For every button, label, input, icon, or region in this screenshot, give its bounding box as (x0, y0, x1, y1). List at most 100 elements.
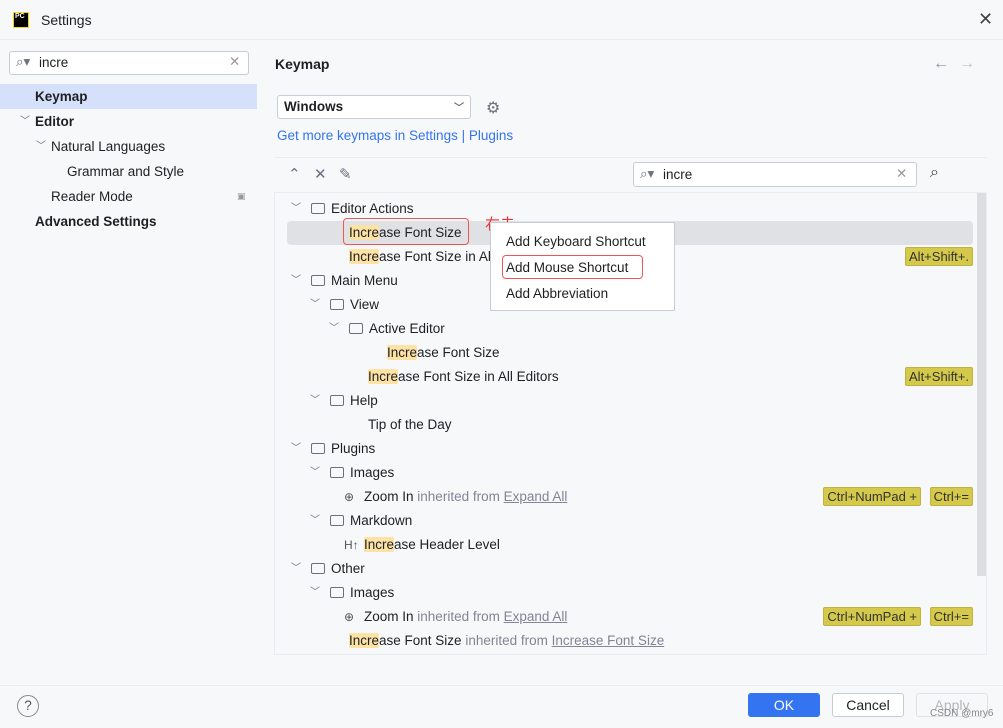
search-icon: ⌕▾ (640, 166, 655, 181)
folder-icon (311, 563, 325, 574)
keymap-value: Windows (284, 99, 344, 114)
inherited-link[interactable]: Expand All (504, 609, 568, 624)
action-label: ase Font Size (417, 345, 500, 360)
chevron-down-icon[interactable]: ﹀ (310, 509, 320, 533)
close-icon[interactable]: ✕ (978, 9, 993, 30)
folder-label: Active Editor (369, 321, 445, 336)
annotation-box (502, 255, 643, 279)
inherited-link[interactable]: Increase Font Size (552, 633, 665, 648)
folder-icon (330, 467, 344, 478)
menu-item-add-abbreviation[interactable]: Add Abbreviation (506, 286, 608, 301)
folder-icon (311, 203, 325, 214)
chevron-down-icon[interactable]: ﹀ (310, 581, 320, 605)
ok-button[interactable]: OK (748, 693, 820, 717)
menu-item-add-keyboard-shortcut[interactable]: Add Keyboard Shortcut (506, 234, 646, 249)
gear-icon[interactable]: ⚙ (486, 98, 500, 118)
chevron-down-icon[interactable]: ﹀ (291, 197, 301, 221)
folder-label: Other (331, 561, 365, 576)
page-title: Keymap (275, 56, 330, 72)
sidebar-item-advanced-settings[interactable]: Advanced Settings (0, 209, 257, 234)
shortcut-badge: Ctrl+= (929, 487, 973, 506)
chevron-down-icon[interactable]: ﹀ (291, 557, 301, 581)
clear-icon[interactable]: ✕ (896, 166, 907, 182)
scrollbar[interactable] (977, 193, 986, 576)
folder-label: Images (350, 585, 395, 600)
folder-icon (311, 443, 325, 454)
tree-action-row[interactable]: ⊕ Zoom In inherited from Expand All Ctrl+N… (275, 605, 975, 629)
tree-folder-row[interactable]: ﹀ Help (275, 389, 975, 413)
forward-arrow-icon[interactable]: → (959, 55, 985, 72)
sidebar-item-editor[interactable]: ﹀ Editor (0, 109, 257, 134)
keymap-links: Get more keymaps in Settings | Plugins (277, 128, 513, 143)
keymap-select[interactable]: Windows ﹀ (277, 95, 471, 119)
shortcut-badge: Ctrl+NumPad + (823, 607, 921, 626)
get-more-keymaps-link[interactable]: Get more keymaps in Settings (277, 128, 458, 143)
project-settings-icon: ▣ (237, 191, 246, 201)
chevron-down-icon[interactable]: ﹀ (20, 109, 30, 134)
edit-icon[interactable]: ✎ (339, 165, 352, 183)
clear-icon[interactable]: ✕ (229, 54, 240, 70)
sidebar-item-grammar-and-style[interactable]: Grammar and Style (0, 159, 257, 184)
tree-action-row[interactable]: Increase Font Size (275, 341, 975, 365)
tree-folder-row[interactable]: ﹀ Active Editor (275, 317, 975, 341)
tree-action-row[interactable]: ⊕ Zoom In inherited from Expand All Ctrl+N… (275, 485, 975, 509)
tree-folder-row[interactable]: ﹀ Images (275, 461, 975, 485)
folder-label: Editor Actions (331, 201, 414, 216)
search-match: Incre (349, 249, 380, 264)
link-separator: | (461, 128, 466, 143)
folder-icon (330, 395, 344, 406)
chevron-down-icon: ﹀ (454, 103, 464, 114)
folder-icon (311, 275, 325, 286)
inherited-link[interactable]: Expand All (504, 489, 568, 504)
action-label: Zoom In (364, 489, 414, 504)
search-match: Incre (349, 633, 380, 648)
label: Keymap (35, 89, 88, 104)
tree-folder-row[interactable]: ﹀ Markdown (275, 509, 975, 533)
sidebar-item-keymap[interactable]: Keymap (0, 84, 257, 109)
tree-action-row[interactable]: H↑ Increase Header Level (275, 533, 975, 557)
folder-icon (349, 323, 363, 334)
collapse-all-icon[interactable]: ✕ (314, 165, 327, 183)
sidebar-item-reader-mode[interactable]: Reader Mode ▣ (0, 184, 257, 209)
chevron-down-icon[interactable]: ﹀ (310, 293, 320, 317)
pycharm-logo: PC (13, 12, 29, 28)
folder-label: Help (350, 393, 378, 408)
chevron-down-icon[interactable]: ﹀ (36, 134, 46, 159)
chevron-down-icon[interactable]: ﹀ (310, 389, 320, 413)
search-icon: ⌕▾ (16, 54, 31, 69)
zoom-in-icon: ⊕ (344, 610, 355, 624)
folder-label: Images (350, 465, 395, 480)
search-match: Incre (387, 345, 418, 360)
sidebar-search-input[interactable]: ⌕▾ incre ✕ (9, 51, 249, 75)
chevron-down-icon[interactable]: ﹀ (329, 317, 339, 341)
chevron-down-icon[interactable]: ﹀ (291, 437, 301, 461)
label: Advanced Settings (35, 214, 157, 229)
plugins-link[interactable]: Plugins (469, 128, 513, 143)
tree-folder-row[interactable]: ﹀ Images (275, 581, 975, 605)
help-icon[interactable]: ? (17, 695, 39, 717)
folder-icon (330, 299, 344, 310)
back-arrow-icon[interactable]: ← (933, 55, 959, 72)
search-value: incre (39, 55, 69, 70)
title-bar: PC Settings ✕ (0, 0, 1003, 40)
folder-label: View (350, 297, 380, 312)
tree-folder-row[interactable]: ﹀ Plugins (275, 437, 975, 461)
tree-action-row[interactable]: Increase Font Size in All Editors Alt+Shi… (275, 365, 975, 389)
chevron-down-icon[interactable]: ﹀ (291, 269, 301, 293)
header-level-icon: H↑ (344, 538, 359, 552)
window-title: Settings (41, 12, 92, 28)
cancel-button[interactable]: Cancel (832, 693, 904, 717)
tree-folder-row[interactable]: ﹀ Other (275, 557, 975, 581)
tree-action-row[interactable]: Tip of the Day (275, 413, 975, 437)
find-by-shortcut-icon[interactable]: ⌕ (930, 164, 939, 182)
folder-label: Main Menu (331, 273, 398, 288)
shortcut-badge: Alt+Shift+. (905, 247, 973, 266)
expand-all-icon[interactable]: ⌃ (288, 165, 301, 183)
divider (0, 685, 1003, 686)
tree-action-row[interactable]: Increase Font Size inherited from Increa… (275, 629, 975, 653)
sidebar-item-natural-languages[interactable]: ﹀ Natural Languages (0, 134, 257, 159)
label: Grammar and Style (67, 164, 185, 179)
chevron-down-icon[interactable]: ﹀ (310, 461, 320, 485)
inherited-label: inherited from (465, 633, 548, 648)
tree-search-input[interactable]: ⌕▾ incre ✕ (633, 162, 917, 187)
